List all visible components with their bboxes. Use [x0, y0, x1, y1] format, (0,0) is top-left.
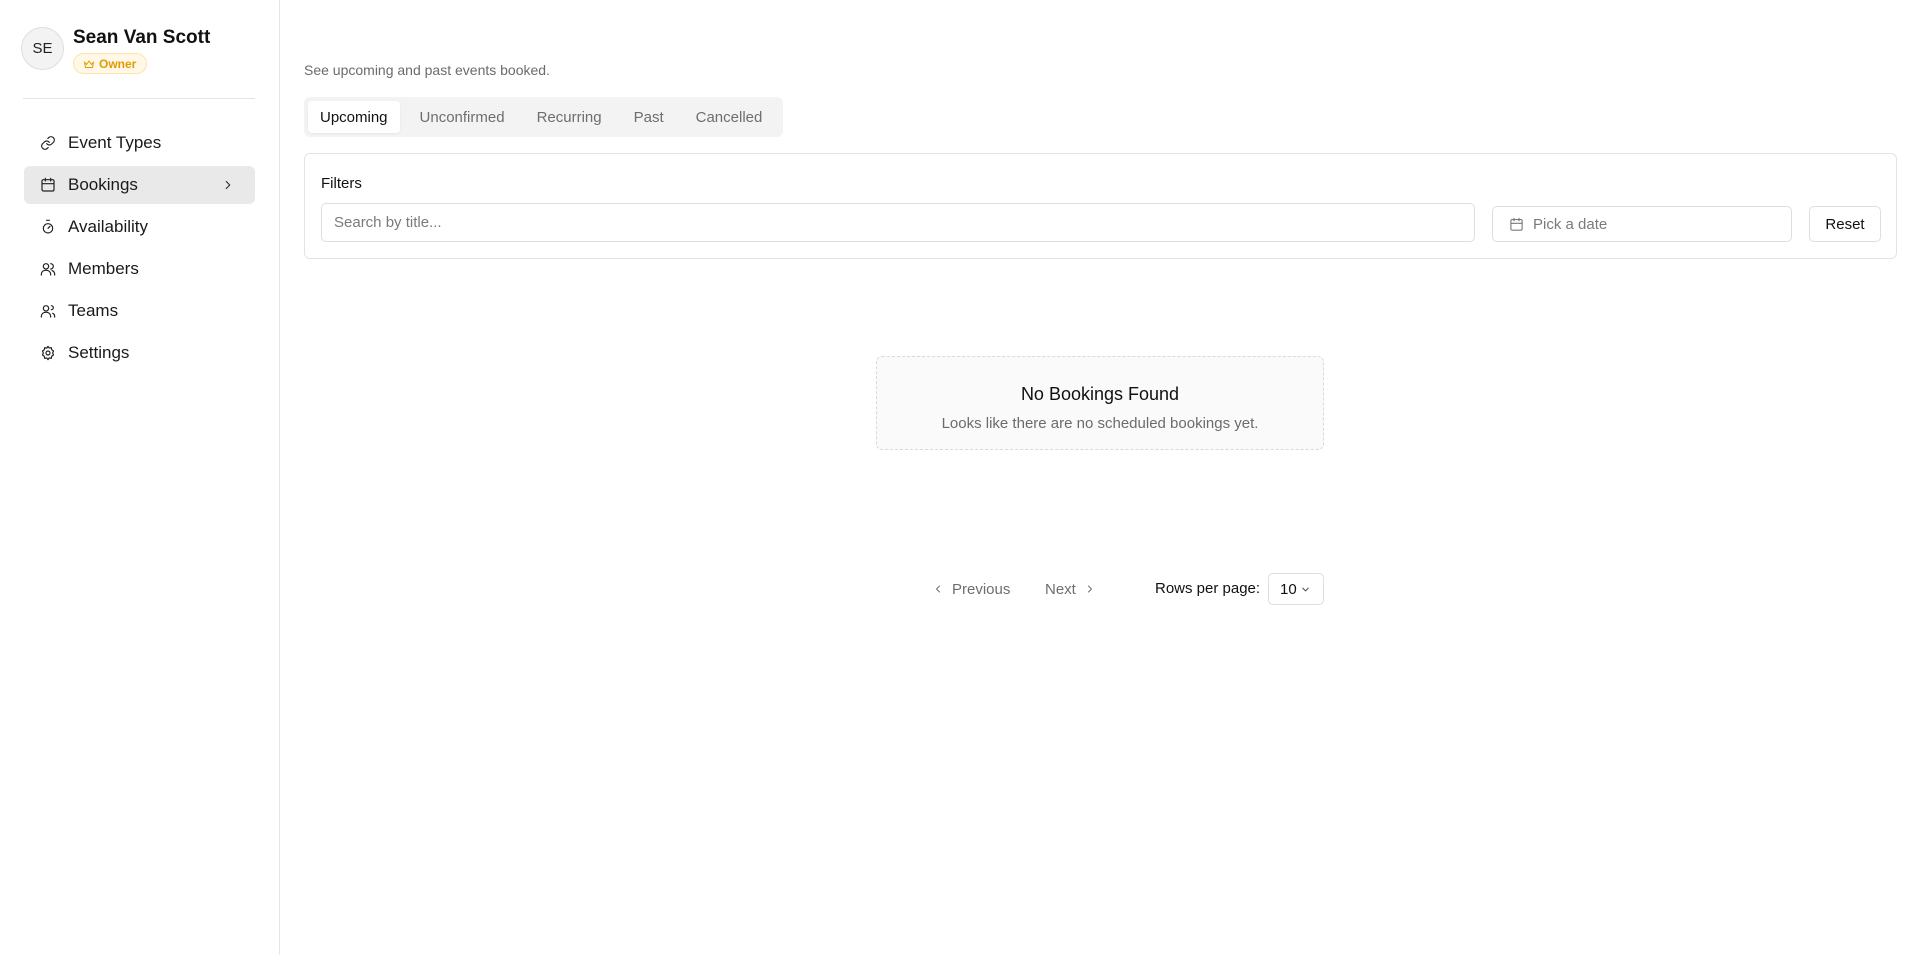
- tab-upcoming[interactable]: Upcoming: [308, 101, 400, 133]
- sidebar-item-label: Members: [68, 259, 139, 278]
- filters-heading: Filters: [321, 175, 362, 192]
- chevron-left-icon: [936, 585, 940, 593]
- users-icon: [40, 263, 56, 276]
- rows-per-page-value: 10: [1280, 580, 1297, 598]
- pagination: Previous Next Rows per page: 10: [281, 573, 1907, 605]
- team-icon: [40, 305, 56, 318]
- previous-button[interactable]: Previous: [932, 573, 1010, 605]
- next-label: Next: [1045, 580, 1076, 598]
- chevron-right-icon: [1087, 585, 1092, 593]
- tab-unconfirmed[interactable]: Unconfirmed: [408, 101, 517, 133]
- role-badge: Owner: [73, 53, 148, 74]
- calendar-icon: [41, 177, 55, 192]
- rows-per-page-label: Rows per page:: [1155, 580, 1261, 597]
- sidebar-item-teams[interactable]: Teams: [24, 292, 255, 330]
- rows-per-page-select[interactable]: 10: [1268, 573, 1324, 605]
- tab-past[interactable]: Past: [622, 101, 676, 133]
- sidebar-item-label: Settings: [68, 343, 130, 362]
- date-placeholder: Pick a date: [1533, 215, 1608, 233]
- sidebar-item-settings[interactable]: Settings: [24, 334, 255, 372]
- sidebar-item-label: Availability: [68, 217, 149, 236]
- tab-cancelled[interactable]: Cancelled: [684, 101, 775, 133]
- sidebar-item-event-types[interactable]: Event Types: [24, 124, 255, 162]
- user-name: Sean Van Scott: [73, 27, 211, 48]
- sidebar-divider: [23, 98, 255, 99]
- calendar-icon: [1510, 217, 1523, 231]
- crown-icon: [84, 60, 94, 68]
- main-content: See upcoming and past events booked. Upc…: [281, 0, 1907, 955]
- avatar: SE: [21, 27, 64, 70]
- next-button[interactable]: Next: [1045, 573, 1096, 605]
- sidebar: SE Sean Van Scott Owner Event Types Book…: [0, 0, 280, 955]
- sidebar-item-label: Event Types: [68, 133, 162, 152]
- tab-recurring[interactable]: Recurring: [525, 101, 614, 133]
- sidebar-item-members[interactable]: Members: [24, 250, 255, 288]
- role-label: Owner: [99, 56, 137, 71]
- sidebar-nav: Event Types Bookings Availability Member…: [24, 124, 255, 376]
- previous-label: Previous: [952, 580, 1011, 598]
- timer-icon: [42, 219, 54, 234]
- reset-button[interactable]: Reset: [1809, 206, 1881, 242]
- search-input[interactable]: [321, 203, 1475, 242]
- user-profile[interactable]: SE Sean Van Scott Owner: [21, 27, 210, 75]
- booking-tabs: Upcoming Unconfirmed Recurring Past Canc…: [304, 97, 783, 137]
- sidebar-item-bookings[interactable]: Bookings: [24, 166, 255, 204]
- empty-state: No Bookings Found Looks like there are n…: [876, 356, 1324, 450]
- empty-state-title: No Bookings Found: [1020, 384, 1180, 404]
- chevron-down-icon: [1301, 587, 1309, 591]
- profile-text: Sean Van Scott Owner: [73, 27, 210, 75]
- sidebar-item-label: Bookings: [68, 175, 138, 194]
- empty-state-message: Looks like there are no scheduled bookin…: [941, 415, 1259, 432]
- date-picker[interactable]: Pick a date: [1492, 206, 1792, 242]
- gear-icon: [41, 345, 55, 361]
- chevron-right-icon: [225, 180, 231, 190]
- link-icon: [41, 136, 55, 150]
- filters-panel: Filters Pick a date Reset: [304, 153, 1897, 259]
- sidebar-item-label: Teams: [68, 301, 119, 320]
- page-subtitle: See upcoming and past events booked.: [304, 62, 550, 78]
- sidebar-item-availability[interactable]: Availability: [24, 208, 255, 246]
